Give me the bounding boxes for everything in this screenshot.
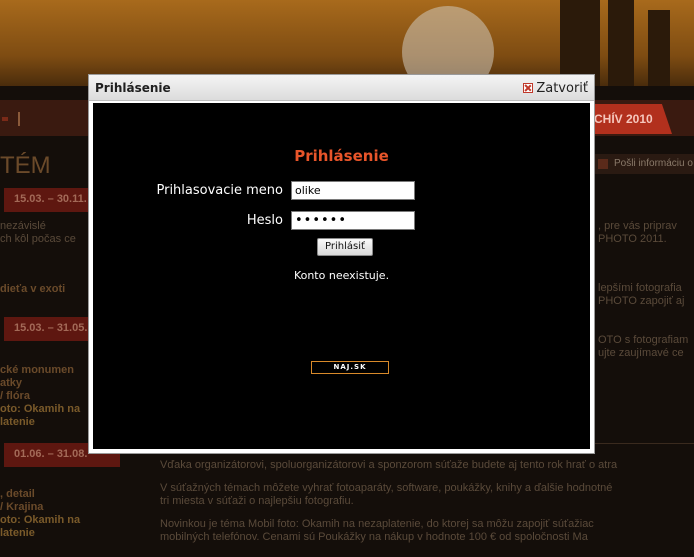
banner-silhouette (608, 0, 634, 86)
date-badge: 15.03. – 30.11. (4, 188, 96, 212)
left-column-link[interactable]: oto: Okamih na (0, 514, 80, 527)
left-column-link[interactable]: atky (0, 377, 22, 390)
share-icon (598, 159, 608, 169)
login-button[interactable]: Prihlásiť (317, 238, 373, 256)
password-input[interactable]: •••••• (291, 211, 415, 230)
nav-separator (18, 112, 20, 126)
left-column-text: nezávislé (0, 220, 46, 232)
left-column-link[interactable]: / Krajina (0, 501, 43, 514)
left-column-link[interactable]: , detail (0, 488, 35, 501)
left-column-link[interactable]: latenie (0, 416, 35, 429)
right-column-text: lepšími fotografia (598, 282, 682, 294)
close-icon[interactable] (523, 83, 534, 93)
right-column-text: , pre vás priprav (598, 220, 677, 232)
banner-silhouette (648, 10, 670, 86)
login-form: Prihlásenie Prihlasovacie meno Heslo •••… (93, 103, 590, 449)
content-paragraph: mobilných telefónov. Cenami sú Poukážky … (160, 531, 588, 543)
right-column-text: OTO s fotografiam (598, 334, 689, 346)
left-column-link[interactable]: latenie (0, 527, 35, 540)
content-paragraph: Novinkou je téma Mobil foto: Okamih na n… (160, 518, 594, 530)
najsk-logo[interactable]: NAJ.SK (311, 361, 389, 374)
right-column-text: ujte zaujímavé ce (598, 347, 684, 359)
close-button[interactable]: Zatvoriť (523, 80, 588, 96)
nav-item-marker[interactable] (2, 117, 8, 121)
password-label: Heslo (246, 213, 283, 228)
share-info-link[interactable]: Pošli informáciu o (594, 154, 694, 174)
right-column-text: PHOTO 2011. (598, 233, 667, 245)
left-column-link[interactable]: cké monumen (0, 364, 74, 377)
right-column-text: PHOTO zapojiť aj (598, 295, 685, 307)
close-label[interactable]: Zatvoriť (536, 81, 588, 96)
date-badge: 15.03. – 31.05. (4, 317, 92, 341)
left-column-link[interactable]: oto: Okamih na (0, 403, 80, 416)
content-paragraph: tri miesta v súťaži o najlepšiu fotograf… (160, 495, 354, 507)
dialog-titlebar: Prihlásenie Zatvoriť (89, 75, 594, 101)
page-title: TÉM (0, 152, 51, 179)
content-paragraph: Vďaka organizátorovi, spoluorganizátorov… (160, 459, 618, 471)
left-column-link[interactable]: / flóra (0, 390, 30, 403)
left-column-text: ch kôl počas ce (0, 233, 76, 245)
dialog-title: Prihlásenie (95, 81, 171, 95)
username-input[interactable] (291, 181, 415, 200)
content-paragraph: V súťažných témach môžete vyhrať fotoapa… (160, 482, 613, 494)
left-column-link[interactable]: dieťa v exoti (0, 283, 65, 296)
nav-tab-archive[interactable]: CHÍV 2010 (588, 104, 672, 134)
login-dialog: Prihlásenie Zatvoriť Prihlásenie Prihlas… (88, 74, 595, 454)
status-message: Konto neexistuje. (293, 269, 390, 282)
username-label: Prihlasovacie meno (156, 183, 283, 198)
login-heading: Prihlásenie (294, 147, 389, 165)
share-label: Pošli informáciu o (614, 158, 693, 169)
